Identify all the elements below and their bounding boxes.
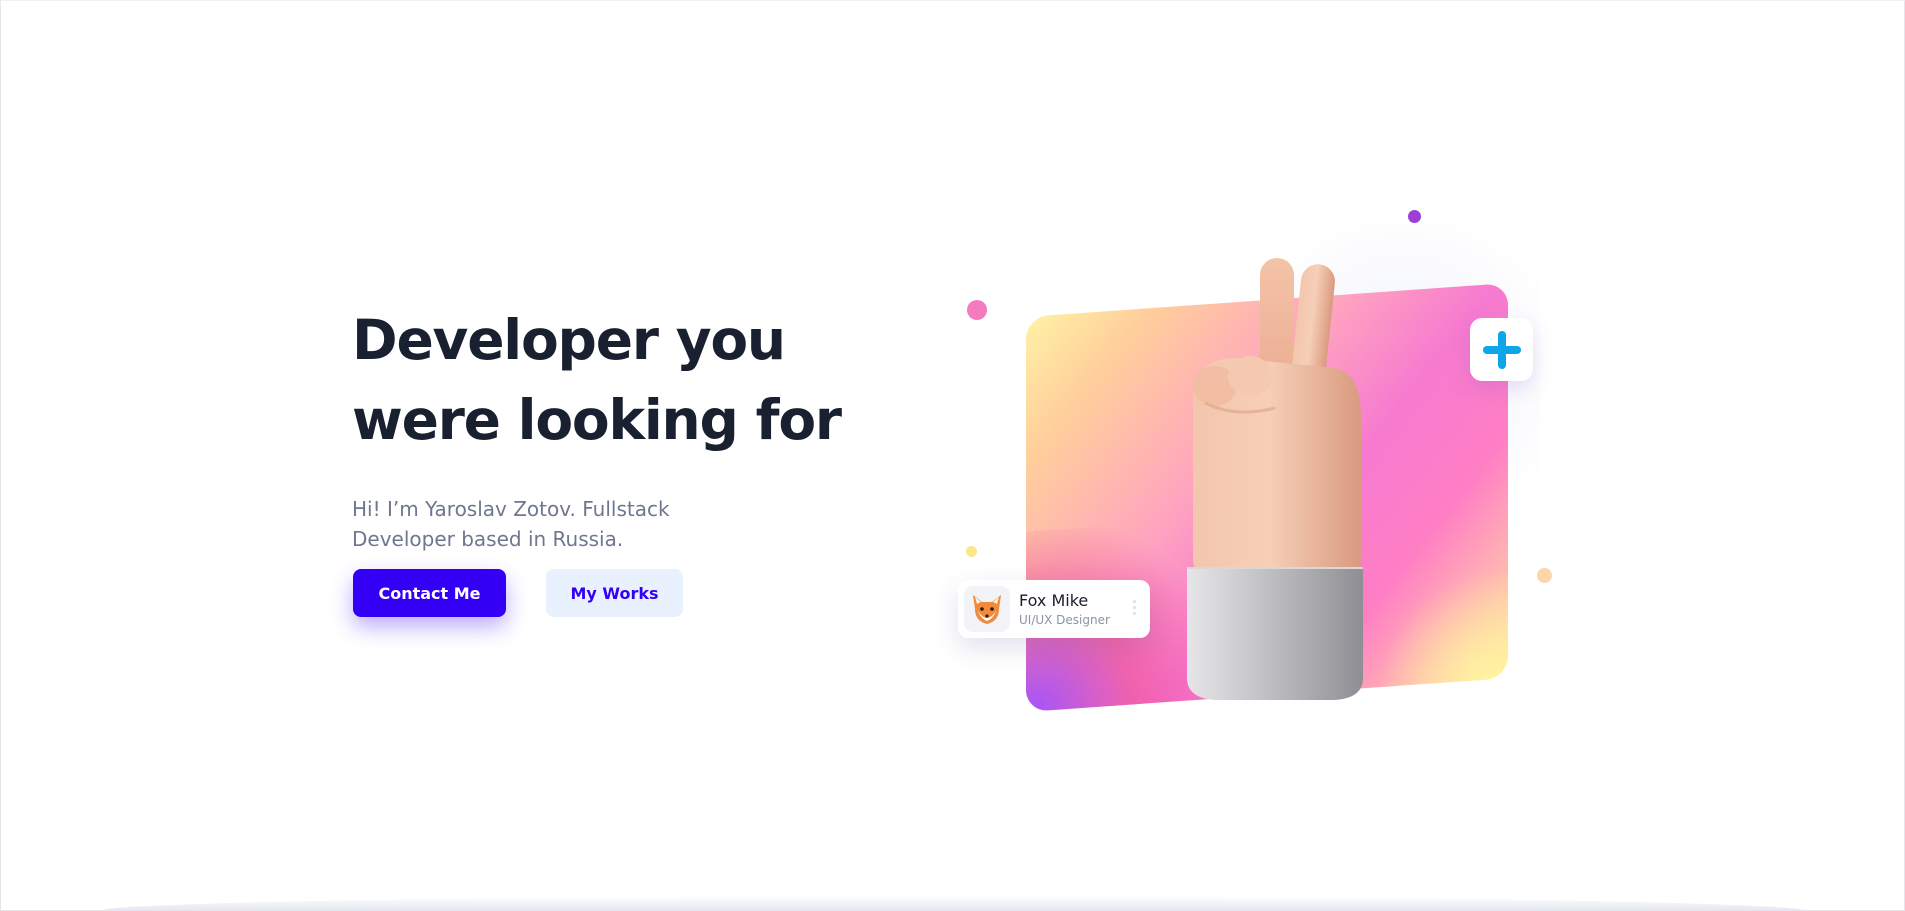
- decor-dot-yellow: [966, 546, 977, 557]
- decor-dot-pink: [967, 300, 987, 320]
- peace-sign-hand-icon: [1187, 258, 1363, 700]
- hero-subtitle: Hi! I’m Yaroslav Zotov. Fullstack Develo…: [352, 497, 670, 551]
- profile-card[interactable]: Fox Mike UI/UX Designer: [958, 580, 1150, 638]
- hero-section: Developer you were looking for Hi! I’m Y…: [352, 300, 872, 617]
- hero-actions: Contact Me My Works: [353, 569, 753, 617]
- plus-icon: [1482, 330, 1521, 369]
- plus-tile[interactable]: [1470, 318, 1533, 381]
- fox-avatar-icon: [973, 595, 1001, 624]
- hero-illustration: Fox Mike UI/UX Designer: [940, 190, 1580, 730]
- hero-title-line-1: Developer you: [352, 308, 786, 372]
- my-works-button[interactable]: My Works: [546, 569, 683, 617]
- contact-me-button[interactable]: Contact Me: [353, 569, 506, 617]
- kebab-menu-icon[interactable]: [1133, 600, 1137, 618]
- hero-title: Developer you were looking for: [352, 300, 872, 460]
- avatar: [964, 586, 1010, 632]
- profile-name: Fox Mike: [1019, 591, 1089, 610]
- decor-dot-purple: [1408, 210, 1421, 223]
- decor-dot-peach: [1537, 568, 1552, 583]
- profile-role: UI/UX Designer: [1019, 613, 1110, 627]
- hero-title-line-2: were looking for: [352, 388, 842, 452]
